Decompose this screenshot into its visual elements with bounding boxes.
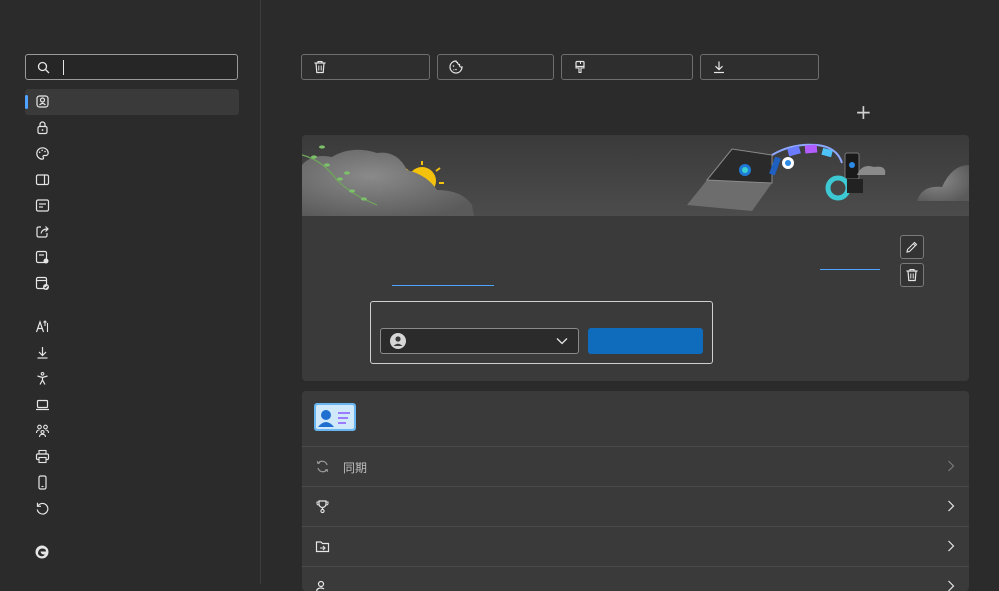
sidebar-item-printers[interactable]	[25, 444, 239, 470]
sidebar-item-system[interactable]	[25, 392, 239, 418]
downloads-icon	[37, 347, 48, 359]
sidebar-item-sidebar[interactable]	[25, 167, 239, 193]
brush-icon	[575, 60, 585, 74]
chevron-right-icon	[948, 500, 955, 512]
trash-icon	[314, 60, 326, 74]
delete-profile-button[interactable]	[900, 263, 924, 287]
rewards-row[interactable]	[302, 486, 969, 526]
text-caret	[63, 60, 64, 75]
default-browser-icon	[35, 276, 49, 290]
profile-preferences-icon	[315, 580, 325, 591]
sidebar-item-privacy[interactable]	[25, 115, 239, 141]
sign-in-button[interactable]	[588, 328, 703, 354]
cookies-button[interactable]	[437, 54, 554, 80]
printer-icon	[35, 449, 50, 464]
profile-icon	[36, 95, 49, 108]
add-profile-button[interactable]: +	[855, 102, 872, 122]
cookie-icon	[449, 60, 463, 74]
edge-logo-icon[interactable]	[35, 545, 49, 559]
lock-icon	[37, 121, 48, 135]
sync-label: 同期	[343, 461, 368, 475]
sign-in-box	[370, 301, 713, 364]
profile-card	[302, 135, 969, 381]
clear-browsing-data-button[interactable]	[301, 54, 430, 80]
edit-profile-button[interactable]	[900, 235, 924, 259]
chevron-right-icon	[948, 460, 955, 472]
profile-preferences-row[interactable]	[302, 566, 969, 591]
profile-settings-card: 同期	[302, 391, 969, 591]
trophy-icon	[316, 500, 329, 514]
family-icon	[35, 424, 50, 438]
cookies-permissions-icon	[35, 250, 49, 264]
sidebar-item-downloads[interactable]	[25, 340, 239, 366]
manage-profile-link[interactable]	[820, 269, 880, 270]
sidebar-item-languages[interactable]	[25, 314, 239, 340]
account-select[interactable]	[380, 328, 579, 354]
settings-sidebar	[0, 0, 261, 584]
trash-icon	[906, 268, 918, 282]
sync-row[interactable]: 同期	[302, 446, 969, 486]
accessibility-icon	[37, 371, 48, 385]
sidebar-item-start-home-newtab[interactable]	[25, 193, 239, 219]
import-browser-data-row[interactable]	[302, 526, 969, 566]
sidebar-item-appearance[interactable]	[25, 141, 239, 167]
chevron-right-icon	[948, 580, 955, 591]
share-icon	[36, 226, 49, 238]
import-folder-icon	[315, 541, 330, 553]
sidebar-item-accessibility[interactable]	[25, 366, 239, 392]
account-link[interactable]	[392, 285, 494, 286]
downloads-button[interactable]	[700, 54, 819, 80]
download-icon	[714, 61, 724, 74]
sidebar-item-cookies-permissions[interactable]	[25, 245, 239, 271]
chevron-down-icon	[556, 338, 568, 345]
extensions-button[interactable]	[561, 54, 693, 80]
sidebar-item-family[interactable]	[25, 418, 239, 444]
palette-icon	[36, 147, 49, 160]
profile-id-card-icon	[314, 403, 356, 431]
search-icon	[37, 61, 50, 74]
pencil-icon	[906, 241, 918, 253]
profile-banner-illustration	[302, 135, 969, 216]
sidebar-item-default-browser[interactable]	[25, 271, 239, 297]
reset-icon	[36, 502, 49, 515]
avatar-icon	[390, 333, 406, 349]
new-tab-icon	[35, 199, 50, 212]
sidebar-item-profiles[interactable]	[25, 89, 239, 115]
system-icon	[36, 399, 49, 411]
search-settings-input[interactable]	[25, 54, 238, 80]
chevron-right-icon	[948, 540, 955, 552]
sidebar-item-reset[interactable]	[25, 496, 239, 522]
sidebar-panel-icon	[35, 174, 50, 186]
sync-icon	[316, 460, 329, 473]
sidebar-item-phone[interactable]	[25, 470, 239, 496]
languages-icon	[35, 320, 49, 333]
phone-icon	[38, 475, 47, 490]
sidebar-item-share-copy-paste[interactable]	[25, 219, 239, 245]
